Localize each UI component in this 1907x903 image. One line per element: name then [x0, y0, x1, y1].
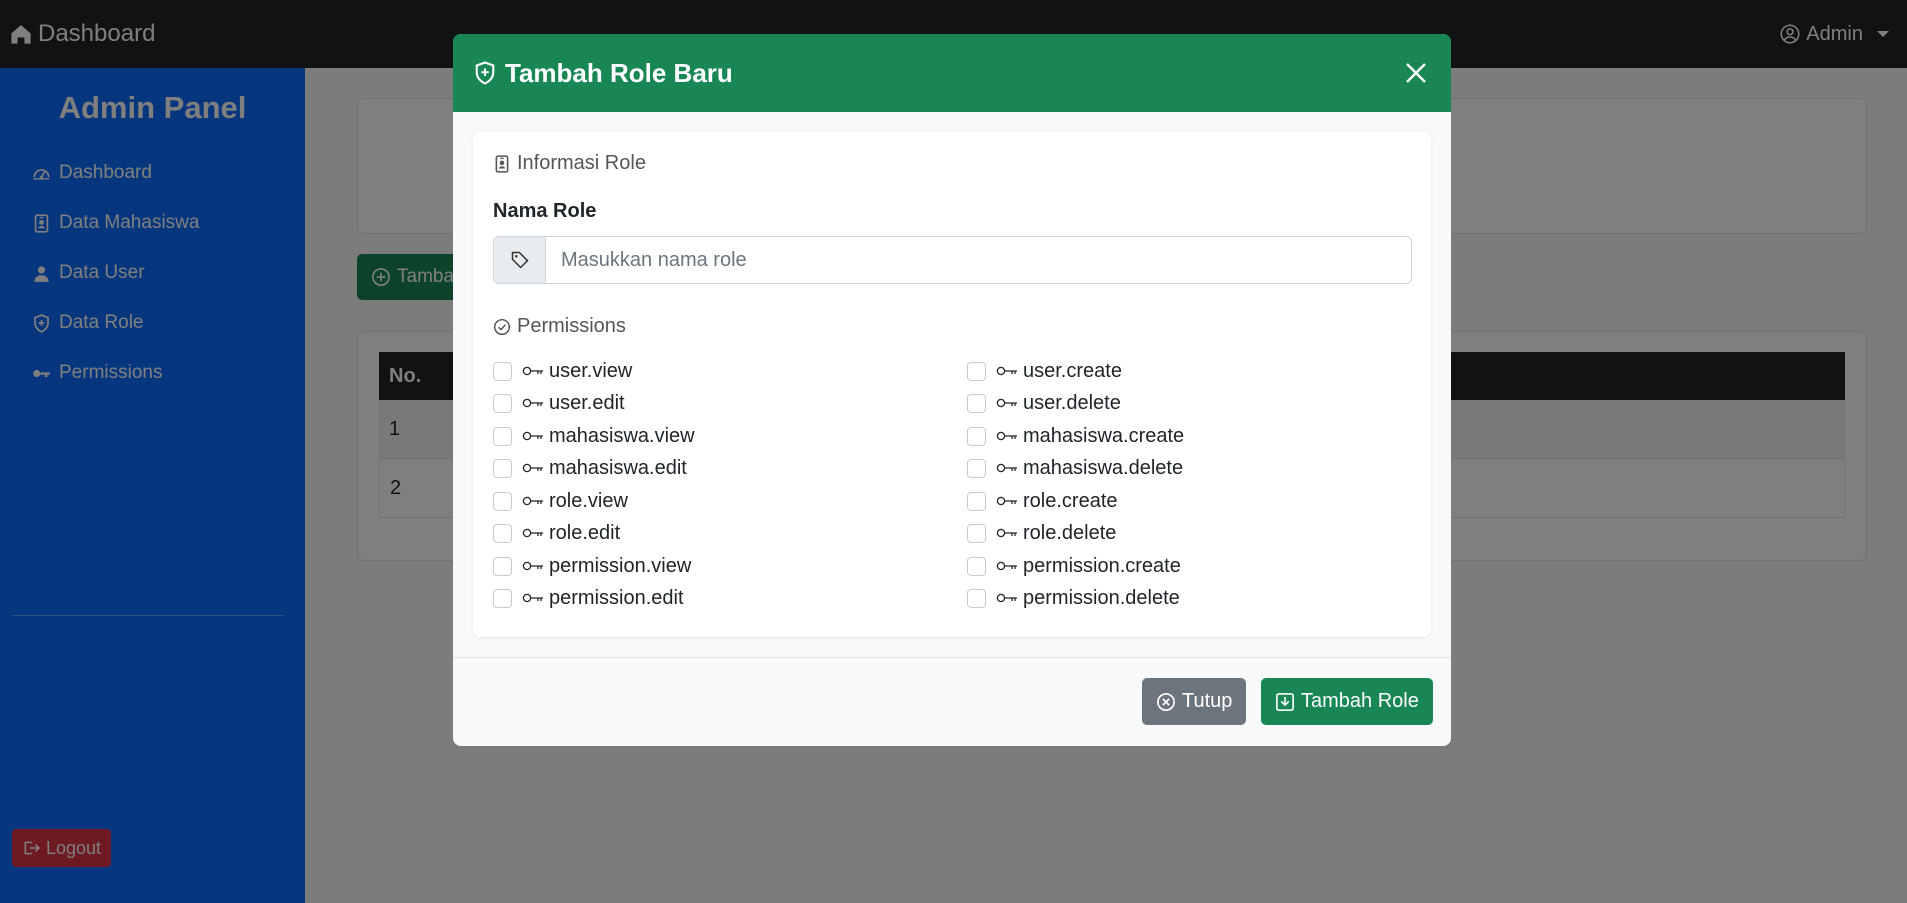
- shield-plus-icon: [475, 61, 495, 85]
- key-icon: [522, 561, 543, 571]
- permission-item[interactable]: role.delete: [967, 520, 1116, 546]
- permission-item[interactable]: permission.create: [967, 553, 1181, 579]
- tag-icon: [494, 237, 546, 283]
- permission-checkbox[interactable]: [493, 491, 512, 511]
- permission-label: permission.create: [1023, 554, 1181, 577]
- role-name-input-group: [493, 236, 1412, 284]
- person-badge-icon: [495, 154, 509, 173]
- role-name-label: Nama Role: [493, 200, 597, 222]
- permission-checkbox[interactable]: [967, 458, 986, 478]
- key-icon: [996, 496, 1017, 506]
- download-icon: [1276, 692, 1294, 711]
- permission-checkbox[interactable]: [493, 426, 512, 446]
- key-icon: [996, 593, 1017, 603]
- permission-item[interactable]: mahasiswa.edit: [493, 455, 687, 481]
- role-name-input[interactable]: [546, 237, 1411, 283]
- permission-label: role.view: [549, 489, 628, 512]
- permission-item[interactable]: user.delete: [967, 390, 1121, 416]
- permission-label: mahasiswa.create: [1023, 424, 1185, 447]
- permission-checkbox[interactable]: [967, 393, 986, 413]
- add-role-button[interactable]: Tambah Role: [1261, 678, 1433, 725]
- modal-title-text: Tambah Role Baru: [505, 57, 733, 88]
- permission-item[interactable]: mahasiswa.delete: [967, 455, 1183, 481]
- permission-label: user.create: [1023, 359, 1122, 382]
- modal-title: Tambah Role Baru: [473, 58, 733, 89]
- close-button[interactable]: Tutup: [1142, 678, 1247, 725]
- permission-checkbox[interactable]: [493, 361, 512, 381]
- permission-item[interactable]: role.view: [493, 488, 628, 514]
- key-icon: [996, 366, 1017, 376]
- permissions-section-title: Permissions: [493, 315, 626, 338]
- permission-label: permission.delete: [1023, 586, 1180, 609]
- key-icon: [522, 528, 543, 538]
- permission-label: mahasiswa.view: [549, 424, 695, 447]
- permission-checkbox[interactable]: [493, 393, 512, 413]
- permission-label: user.delete: [1023, 391, 1121, 414]
- permission-item[interactable]: role.create: [967, 488, 1118, 514]
- close-icon[interactable]: [1403, 60, 1429, 86]
- modal-footer: Tutup Tambah Role: [453, 657, 1451, 746]
- permission-checkbox[interactable]: [967, 426, 986, 446]
- permission-label: mahasiswa.edit: [549, 456, 687, 479]
- permission-label: role.edit: [549, 521, 621, 544]
- key-icon: [996, 463, 1017, 473]
- permission-label: user.edit: [549, 391, 625, 414]
- key-icon: [996, 431, 1017, 441]
- add-role-modal: Tambah Role Baru Informasi Role Nama Rol…: [453, 34, 1451, 746]
- permission-checkbox[interactable]: [493, 458, 512, 478]
- permissions-section-label: Permissions: [517, 315, 626, 337]
- key-icon: [522, 398, 543, 408]
- permission-item[interactable]: user.create: [967, 358, 1122, 384]
- permission-label: permission.edit: [549, 586, 684, 609]
- modal-header: Tambah Role Baru: [453, 34, 1451, 112]
- x-circle-icon: [1157, 692, 1175, 711]
- permission-checkbox[interactable]: [493, 556, 512, 576]
- permission-item[interactable]: user.edit: [493, 390, 625, 416]
- permission-label: mahasiswa.delete: [1023, 456, 1184, 479]
- permission-label: role.delete: [1023, 521, 1117, 544]
- key-icon: [522, 431, 543, 441]
- close-button-label: Tutup: [1182, 690, 1233, 712]
- permission-checkbox[interactable]: [967, 361, 986, 381]
- permission-item[interactable]: permission.edit: [493, 585, 684, 611]
- permission-item[interactable]: permission.delete: [967, 585, 1180, 611]
- check-circle-icon: [493, 318, 511, 335]
- key-icon: [522, 496, 543, 506]
- permission-checkbox[interactable]: [967, 523, 986, 543]
- key-icon: [996, 561, 1017, 571]
- permission-item[interactable]: role.edit: [493, 520, 620, 546]
- permission-item[interactable]: mahasiswa.create: [967, 423, 1184, 449]
- info-section-title: Informasi Role: [493, 152, 646, 175]
- permission-item[interactable]: user.view: [493, 358, 632, 384]
- permission-checkbox[interactable]: [493, 588, 512, 608]
- permission-checkbox[interactable]: [967, 491, 986, 511]
- key-icon: [996, 398, 1017, 408]
- key-icon: [522, 463, 543, 473]
- permission-item[interactable]: mahasiswa.view: [493, 423, 695, 449]
- permission-item[interactable]: permission.view: [493, 553, 691, 579]
- key-icon: [996, 528, 1017, 538]
- permission-label: user.view: [549, 359, 633, 382]
- permission-checkbox[interactable]: [493, 523, 512, 543]
- add-role-button-label: Tambah Role: [1301, 690, 1419, 712]
- info-section-label: Informasi Role: [517, 152, 646, 174]
- permission-label: role.create: [1023, 489, 1118, 512]
- key-icon: [522, 366, 543, 376]
- permission-checkbox[interactable]: [967, 588, 986, 608]
- permission-checkbox[interactable]: [967, 556, 986, 576]
- key-icon: [522, 593, 543, 603]
- role-form-card: Informasi Role Nama Role Permissions use…: [473, 132, 1431, 637]
- permission-label: permission.view: [549, 554, 692, 577]
